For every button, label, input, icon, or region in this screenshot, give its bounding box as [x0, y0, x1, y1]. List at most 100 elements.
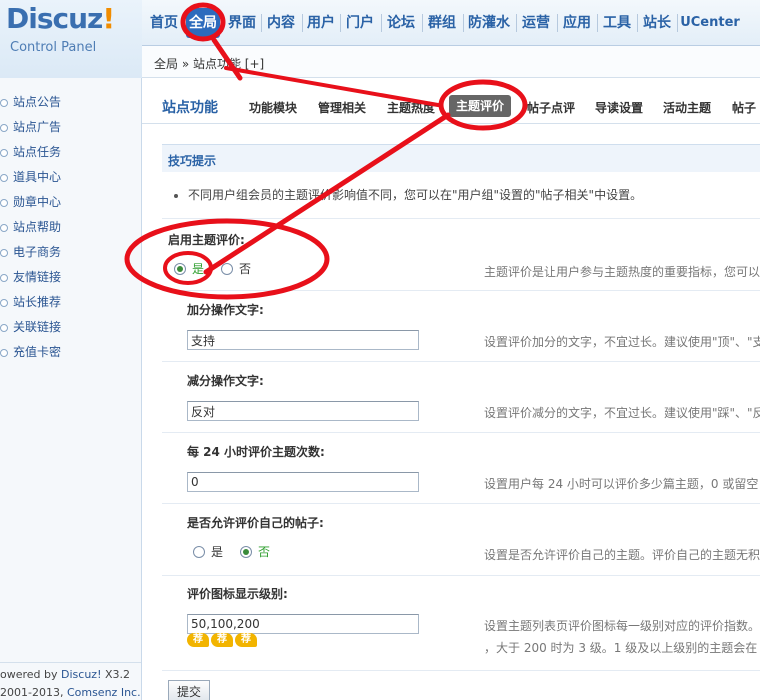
footer-divider — [0, 662, 141, 663]
logo-text: Discuz! — [6, 2, 115, 35]
nav-webmaster[interactable]: 站长 — [639, 8, 675, 38]
tab-management[interactable]: 管理相关 — [318, 99, 366, 116]
tab-post-comment[interactable]: 帖子点评 — [527, 99, 575, 116]
minus-text-label: 减分操作文字: — [187, 374, 264, 388]
nav-separator — [422, 14, 423, 32]
minus-text-input[interactable] — [187, 401, 419, 421]
enable-rating-yes[interactable]: 是 — [174, 260, 204, 277]
divider — [162, 575, 760, 576]
tab-activity[interactable]: 活动主题 — [663, 99, 711, 116]
submit-button[interactable]: 提交 — [168, 680, 210, 700]
enable-rating-desc: 主题评价是让用户参与主题热度的重要指标，您可以 — [484, 265, 760, 279]
divider — [162, 670, 760, 671]
rating-limit-input[interactable] — [187, 472, 419, 492]
tip-item: 不同用户组会员的主题评价影响值不同，您可以在"用户组"设置的"帖子相关"中设置。 — [174, 186, 642, 203]
rating-limit-desc: 设置用户每 24 小时可以评价多少篇主题，0 或留空 — [484, 477, 759, 491]
nav-separator — [184, 14, 185, 32]
sidebar-menu: 站点公告 站点广告 站点任务 道具中心 勋章中心 站点帮助 电子商务 友情链接 … — [0, 90, 142, 365]
recommend-star-icon: 荐 — [235, 633, 257, 647]
rating-limit-label: 每 24 小时评价主题次数: — [187, 445, 325, 459]
nav-separator — [597, 14, 598, 32]
enable-rating-label: 启用主题评价: — [168, 233, 245, 247]
minus-text-desc: 设置评价减分的文字，不宜过长。建议使用"踩"、"反 — [484, 406, 760, 420]
discuz-link[interactable]: Discuz! — [61, 668, 101, 681]
tab-guide[interactable]: 导读设置 — [595, 99, 643, 116]
top-nav: 首页 全局 界面 内容 用户 门户 论坛 群组 防灌水 运营 应用 工具 站长 … — [142, 0, 760, 46]
logo[interactable]: Discuz! Control Panel — [0, 0, 142, 78]
nav-separator — [677, 14, 678, 32]
nav-separator — [557, 14, 558, 32]
breadcrumb: 全局 » 站点功能 [+] — [142, 46, 760, 78]
nav-separator — [302, 14, 303, 32]
radio-unchecked-icon — [221, 263, 233, 275]
nav-tools[interactable]: 工具 — [599, 8, 635, 38]
nav-groups[interactable]: 群组 — [424, 8, 460, 38]
nav-antispam[interactable]: 防灌水 — [465, 8, 513, 38]
rating-icons: 荐荐荐 — [187, 631, 259, 647]
divider — [162, 432, 760, 433]
nav-separator — [381, 14, 382, 32]
recommend-star-icon: 荐 — [211, 633, 233, 647]
rate-own-label: 是否允许评价自己的帖子: — [187, 516, 324, 530]
nav-home[interactable]: 首页 — [146, 8, 182, 38]
radio-checked-icon — [240, 546, 252, 558]
sidebar-item-ecommerce[interactable]: 电子商务 — [0, 240, 142, 265]
logo-subtitle: Control Panel — [10, 40, 97, 55]
sidebar-item-related-links[interactable]: 关联链接 — [0, 315, 142, 340]
sidebar-item-cardpass[interactable]: 充值卡密 — [0, 340, 142, 365]
nav-portal[interactable]: 门户 — [342, 8, 378, 38]
nav-separator — [516, 14, 517, 32]
radio-checked-icon — [174, 263, 186, 275]
enable-rating-no[interactable]: 否 — [221, 260, 251, 277]
nav-operations[interactable]: 运营 — [518, 8, 554, 38]
recommend-star-icon: 荐 — [187, 633, 209, 647]
sidebar-item-help[interactable]: 站点帮助 — [0, 215, 142, 240]
nav-users[interactable]: 用户 — [304, 8, 338, 38]
icon-levels-label: 评价图标显示级别: — [187, 587, 288, 601]
tips-title: 技巧提示 — [168, 154, 217, 168]
nav-forum[interactable]: 论坛 — [383, 8, 419, 38]
copyright: 2001-2013, Comsenz Inc. — [0, 686, 141, 699]
nav-separator — [222, 14, 223, 32]
divider — [162, 361, 760, 362]
tab-posts[interactable]: 帖子 — [732, 99, 756, 116]
icon-levels-desc-2: ，大于 200 时为 3 级。1 级及以上级别的主题会在 — [484, 641, 758, 655]
rate-own-yes[interactable]: 是 — [193, 543, 223, 560]
tip-text: 不同用户组会员的主题评价影响值不同，您可以在"用户组"设置的"帖子相关"中设置。 — [188, 188, 643, 202]
tips-header: 技巧提示 — [162, 144, 760, 172]
rate-own-no[interactable]: 否 — [240, 543, 270, 560]
nav-separator — [340, 14, 341, 32]
sidebar-item-recommend[interactable]: 站长推荐 — [0, 290, 142, 315]
powered-by: owered by Discuz! X3.2 — [0, 668, 131, 681]
sidebar-item-friendlinks[interactable]: 友情链接 — [0, 265, 142, 290]
sidebar-item-medals[interactable]: 勋章中心 — [0, 190, 142, 215]
nav-interface[interactable]: 界面 — [226, 8, 258, 38]
sidebar-item-tasks[interactable]: 站点任务 — [0, 140, 142, 165]
rate-own-desc: 设置是否允许评价自己的主题。评价自己的主题无积 — [484, 548, 760, 562]
plus-text-input[interactable] — [187, 330, 419, 350]
radio-unchecked-icon — [193, 546, 205, 558]
nav-ucenter[interactable]: UCenter — [679, 8, 741, 38]
sidebar-item-ads[interactable]: 站点广告 — [0, 115, 142, 140]
divider — [162, 290, 760, 291]
comsenz-link[interactable]: Comsenz Inc. — [67, 686, 141, 699]
header: Discuz! Control Panel 首页 全局 界面 内容 用户 门户 … — [0, 0, 760, 78]
bullet-icon — [174, 193, 178, 198]
sidebar-item-announcements[interactable]: 站点公告 — [0, 90, 142, 115]
divider — [162, 503, 760, 504]
nav-apps[interactable]: 应用 — [559, 8, 595, 38]
plus-text-desc: 设置评价加分的文字，不宜过长。建议使用"顶"、"支 — [484, 335, 760, 349]
tab-modules[interactable]: 功能模块 — [249, 99, 297, 116]
divider — [162, 218, 760, 219]
nav-content[interactable]: 内容 — [263, 8, 299, 38]
main-content: 站点功能 功能模块 管理相关 主题热度 主题评价 帖子点评 导读设置 活动主题 … — [142, 78, 760, 700]
plus-text-label: 加分操作文字: — [187, 303, 264, 317]
breadcrumb-text[interactable]: 全局 » 站点功能 [+] — [154, 55, 264, 72]
tab-thread-heat[interactable]: 主题热度 — [387, 99, 435, 116]
icon-levels-desc: 设置主题列表页评价图标每一级别对应的评价指数。 — [484, 619, 760, 633]
nav-separator — [637, 14, 638, 32]
nav-separator — [261, 14, 262, 32]
tab-thread-rating[interactable]: 主题评价 — [449, 95, 512, 117]
sidebar-item-magic[interactable]: 道具中心 — [0, 165, 142, 190]
nav-global[interactable]: 全局 — [186, 8, 220, 38]
